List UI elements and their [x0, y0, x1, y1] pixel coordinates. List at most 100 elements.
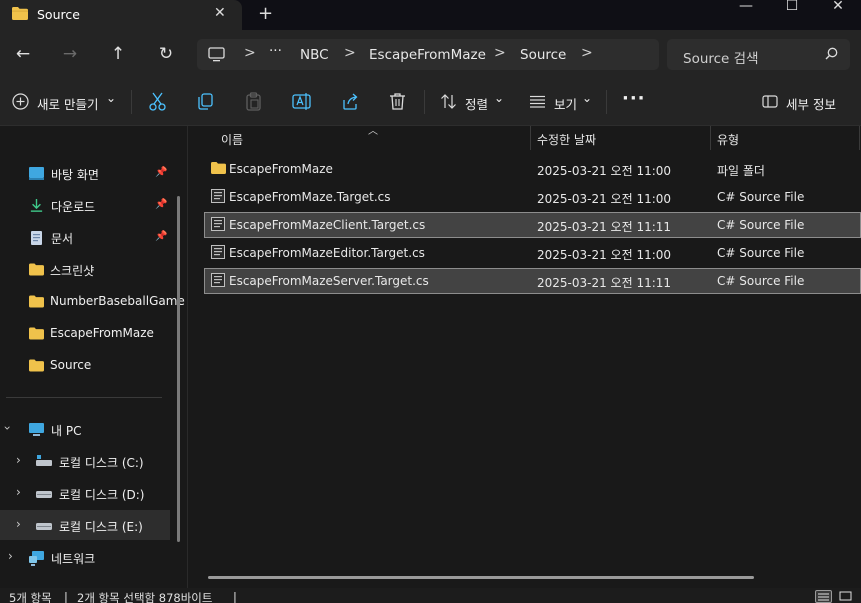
sidebar-item-drive-d[interactable]: › 로컬 디스크 (D:): [0, 478, 170, 508]
item-count: 5개 항목: [9, 591, 52, 603]
minimize-button[interactable]: —: [723, 0, 769, 30]
search-input[interactable]: Source 검색: [683, 47, 759, 67]
sidebar-item-label: 네트워크: [51, 552, 96, 566]
file-list: ︿ 이름 수정한 날짜 유형 EscapeFromMaze 2025-03-21…: [189, 126, 861, 588]
back-button[interactable]: ←: [11, 42, 35, 66]
forward-button[interactable]: →: [58, 42, 82, 66]
pc-icon: [29, 423, 44, 436]
breadcrumb-nbc[interactable]: NBC: [300, 47, 329, 63]
search-box[interactable]: Source 검색: [667, 39, 850, 70]
selection-info: 2개 항목 선택함 878바이트: [77, 591, 213, 603]
rename-button[interactable]: [292, 92, 311, 112]
breadcrumb-overflow[interactable]: ···: [269, 43, 282, 59]
drive-icon: [36, 491, 52, 498]
chevron-right-icon[interactable]: ›: [8, 549, 13, 563]
paste-button[interactable]: [245, 92, 262, 112]
breadcrumb-separator[interactable]: >: [244, 45, 256, 61]
divider: [606, 90, 607, 114]
share-button[interactable]: [341, 92, 359, 112]
new-tab-button[interactable]: +: [258, 3, 273, 24]
breadcrumb-separator[interactable]: >: [494, 45, 506, 61]
copy-button[interactable]: [197, 92, 214, 112]
sidebar-item-desktop[interactable]: 바탕 화면 📌: [0, 158, 170, 188]
chevron-right-icon[interactable]: ›: [16, 517, 21, 531]
breadcrumb-source[interactable]: Source: [520, 47, 566, 63]
maximize-button[interactable]: ☐: [769, 0, 815, 30]
file-type: C# Source File: [717, 218, 805, 232]
tab-source[interactable]: Source ✕: [0, 0, 242, 30]
column-header-type[interactable]: 유형: [717, 126, 739, 150]
sidebar-scrollbar[interactable]: [177, 196, 180, 542]
plus-circle-icon: [12, 93, 29, 110]
sidebar-item-numberbaseballgame[interactable]: NumberBaseballGame: [0, 286, 185, 316]
sidebar-item-downloads[interactable]: 다운로드 📌: [0, 190, 170, 220]
sidebar-item-escapefrommaze[interactable]: EscapeFromMaze: [0, 318, 170, 348]
file-type: C# Source File: [717, 190, 805, 204]
tab-close-button[interactable]: ✕: [214, 5, 226, 21]
column-divider[interactable]: [859, 126, 860, 150]
sidebar-item-label: Source: [50, 358, 92, 372]
sidebar-item-documents[interactable]: 문서 📌: [0, 222, 170, 252]
pc-icon: [208, 47, 225, 62]
sidebar-item-drive-c[interactable]: › 로컬 디스크 (C:): [0, 446, 170, 476]
chevron-right-icon[interactable]: ›: [16, 453, 21, 467]
file-date: 2025-03-21 오전 11:11: [537, 220, 672, 234]
folder-icon: [29, 263, 44, 276]
sidebar-item-source[interactable]: Source: [0, 350, 170, 380]
delete-button[interactable]: [389, 92, 406, 112]
up-button[interactable]: ↑: [106, 42, 130, 66]
scissors-icon: [149, 92, 166, 111]
file-row[interactable]: EscapeFromMaze.Target.cs 2025-03-21 오전 1…: [204, 184, 861, 210]
command-bar: 새로 만들기 ⌄ 정렬 ⌄ 보기 ⌄ ··· 세부 정보: [0, 78, 861, 126]
chevron-down-icon[interactable]: ›: [0, 426, 14, 431]
file-date: 2025-03-21 오전 11:00: [537, 192, 672, 206]
tab-title: Source: [37, 7, 80, 22]
file-name: EscapeFromMaze.Target.cs: [229, 190, 391, 204]
status-separator: |: [233, 590, 237, 603]
folder-icon: [29, 295, 44, 308]
chevron-right-icon[interactable]: ›: [16, 485, 21, 499]
folder-icon: [211, 162, 226, 174]
chevron-down-icon: ⌄: [494, 91, 505, 105]
cut-button[interactable]: [149, 92, 166, 112]
pin-icon: 📌: [155, 231, 168, 242]
sidebar-item-label: 바탕 화면: [51, 168, 99, 182]
file-row[interactable]: EscapeFromMazeEditor.Target.cs 2025-03-2…: [204, 240, 861, 266]
sidebar-item-this-pc[interactable]: › 내 PC: [0, 414, 170, 444]
sidebar-item-label: 스크린샷: [50, 264, 95, 278]
column-header-date[interactable]: 수정한 날짜: [537, 126, 596, 150]
tiles-view-button[interactable]: [838, 590, 855, 603]
tiles-view-icon: [839, 591, 852, 601]
sidebar-item-drive-e[interactable]: › 로컬 디스크 (E:): [0, 510, 170, 540]
file-row[interactable]: EscapeFromMaze 2025-03-21 오전 11:00 파일 폴더: [204, 156, 861, 182]
list-view-icon: [530, 95, 545, 108]
file-row[interactable]: EscapeFromMazeClient.Target.cs 2025-03-2…: [204, 212, 861, 238]
file-name: EscapeFromMazeClient.Target.cs: [229, 218, 426, 232]
breadcrumb-separator[interactable]: >: [581, 45, 593, 61]
file-date: 2025-03-21 오전 11:11: [537, 276, 672, 290]
address-bar[interactable]: > ··· NBC > EscapeFromMaze > Source >: [197, 39, 659, 70]
sidebar-item-label: 내 PC: [51, 424, 82, 438]
sidebar-item-network[interactable]: › 네트워크: [0, 542, 170, 572]
close-window-button[interactable]: ✕: [815, 0, 861, 30]
file-row[interactable]: EscapeFromMazeServer.Target.cs 2025-03-2…: [204, 268, 861, 294]
horizontal-scrollbar[interactable]: [208, 576, 754, 579]
refresh-button[interactable]: ↻: [154, 42, 178, 66]
file-type: C# Source File: [717, 246, 805, 260]
details-view-button[interactable]: [815, 590, 832, 603]
column-divider[interactable]: [710, 126, 711, 150]
status-separator: |: [64, 590, 68, 603]
more-options-button[interactable]: ···: [622, 88, 646, 109]
file-name: EscapeFromMaze: [229, 162, 333, 176]
search-icon: [825, 47, 838, 60]
breadcrumb-separator[interactable]: >: [344, 45, 356, 61]
cs-file-icon: [211, 245, 225, 259]
sidebar-item-label: EscapeFromMaze: [50, 326, 154, 340]
breadcrumb-escapefrommaze[interactable]: EscapeFromMaze: [369, 47, 486, 63]
divider: [131, 90, 132, 114]
cs-file-icon: [211, 273, 225, 287]
column-divider[interactable]: [530, 126, 531, 150]
folder-icon: [12, 7, 28, 20]
sidebar-item-screenshots[interactable]: 스크린샷: [0, 254, 170, 284]
column-header-name[interactable]: 이름: [221, 126, 243, 150]
